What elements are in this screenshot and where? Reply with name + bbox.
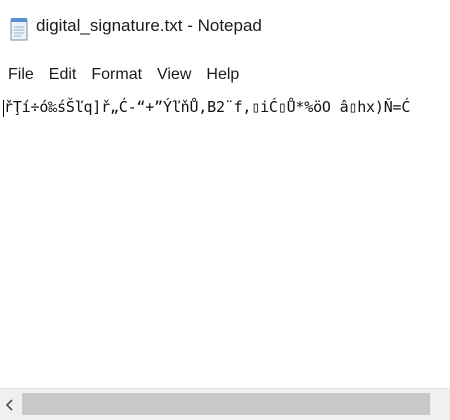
- title-bar: digital_signature.txt - Notepad: [0, 0, 450, 56]
- menu-format[interactable]: Format: [83, 62, 149, 88]
- text-editor-area[interactable]: řŢí÷ó‰śŠľq]ř„Ć-“+”ÝľňŮ,B2¨f,▯iĆ▯Ů*%öO â▯…: [0, 92, 450, 388]
- menu-file[interactable]: File: [0, 62, 41, 88]
- menu-edit[interactable]: Edit: [41, 62, 84, 88]
- notepad-window: digital_signature.txt - Notepad File Edi…: [0, 0, 450, 420]
- editor-content: řŢí÷ó‰śŠľq]ř„Ć-“+”ÝľňŮ,B2¨f,▯iĆ▯Ů*%öO â▯…: [4, 98, 411, 116]
- notepad-icon: [10, 17, 28, 41]
- menu-bar: File Edit Format View Help: [0, 62, 246, 88]
- horizontal-scrollbar[interactable]: [0, 388, 450, 420]
- menu-help[interactable]: Help: [198, 62, 246, 88]
- scrollbar-thumb[interactable]: [22, 393, 430, 415]
- scrollbar-right-track: [432, 389, 450, 420]
- window-title: digital_signature.txt - Notepad: [36, 16, 262, 35]
- chevron-left-icon[interactable]: [0, 389, 20, 420]
- menu-view[interactable]: View: [149, 62, 198, 88]
